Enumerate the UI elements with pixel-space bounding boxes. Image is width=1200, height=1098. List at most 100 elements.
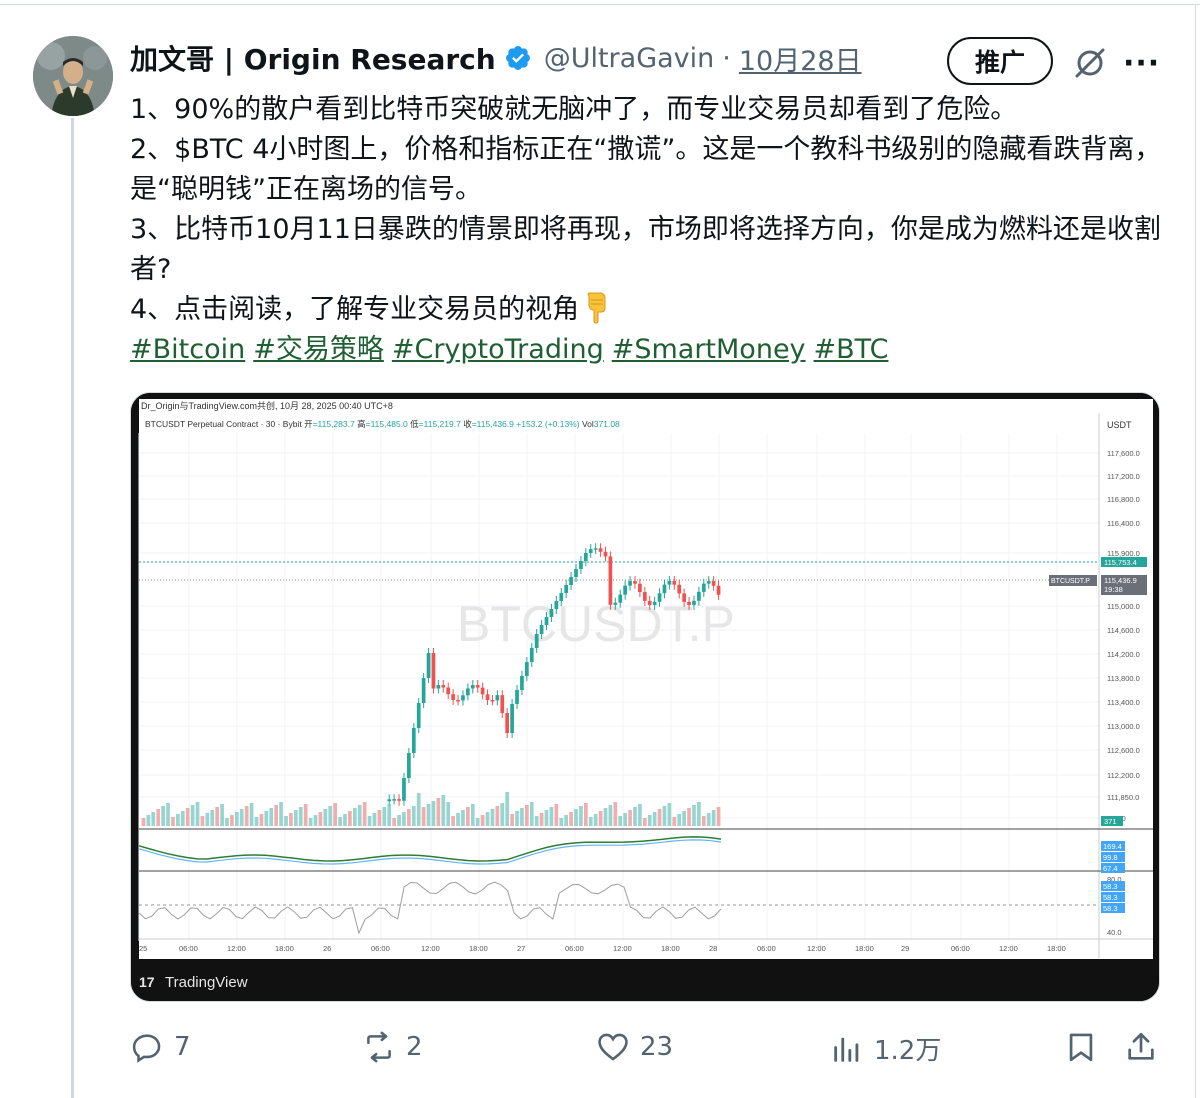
grok-icon[interactable] <box>1071 44 1109 82</box>
like-action[interactable]: 23 <box>596 1030 673 1064</box>
candle-body <box>431 653 436 689</box>
post-header: 加文哥 | Origin Research @UltraGavin · 10月2… <box>130 38 862 78</box>
rsi-tick-label: 40.0 <box>1107 928 1122 937</box>
ohlc-vol-label: Vol <box>582 419 594 429</box>
symbol-badge-text: BTCUSDT.P <box>1051 578 1090 585</box>
candle-body <box>672 581 677 585</box>
repost-action[interactable]: 2 <box>362 1030 423 1064</box>
candle-body <box>490 700 495 702</box>
volume-bar <box>539 813 544 826</box>
post-date-link[interactable]: 10月28日 <box>739 39 862 78</box>
time-tick-label: 12:00 <box>227 944 246 953</box>
bookmark-button[interactable] <box>1064 1030 1098 1068</box>
time-tick-label: 25 <box>139 944 147 953</box>
ohlc-vol: 371.08 <box>594 419 620 429</box>
chart-top-caption: Dr_Origin与TradingView.com共创, 10月 28, 202… <box>141 400 393 411</box>
candle-body <box>421 678 426 703</box>
candle-body <box>623 585 628 595</box>
volume-bar <box>505 792 510 826</box>
like-count: 23 <box>640 1032 674 1062</box>
volume-bar <box>323 809 328 826</box>
volume-bar <box>633 807 637 826</box>
volume-bar <box>328 806 333 826</box>
post-line-1: 1、90%的散户看到比特币突破就无脑冲了，而专业交易员却看到了危险。 <box>130 94 1018 125</box>
price-tick-label: 116,400.0 <box>1107 519 1140 528</box>
promote-button[interactable]: 推广 <box>947 37 1053 85</box>
volume-bar <box>662 806 667 826</box>
tradingview-brand-text: TradingView <box>165 974 248 991</box>
avatar[interactable] <box>33 36 113 116</box>
pointing-down-hand-icon <box>587 292 606 324</box>
volume-bar <box>436 798 441 826</box>
volume-bar <box>185 808 190 826</box>
candle-body <box>407 753 411 778</box>
price-tick-label: 112,600.0 <box>1107 746 1140 755</box>
price-tick-label: 117,600.0 <box>1107 449 1140 458</box>
volume-bar <box>318 812 323 826</box>
volume-bar <box>554 804 559 826</box>
volume-bar <box>642 818 647 826</box>
post-line-4-text: 4、点击阅读，了解专业交易员的视角 <box>130 294 580 325</box>
candle-body <box>564 585 569 593</box>
hashtag-row: #Bitcoin #交易策略 #CryptoTrading #SmartMoney #B… <box>130 330 1170 370</box>
volume-bar <box>382 807 387 826</box>
time-tick-label: 27 <box>517 944 525 953</box>
post-line-4: 4、点击阅读，了解专业交易员的视角 <box>130 290 1170 330</box>
candle-body <box>505 713 510 733</box>
volume-bar <box>230 815 234 826</box>
action-bar: 7 2 23 1.2万 <box>0 1020 1200 1080</box>
volume-bar <box>205 813 210 826</box>
volume-bar <box>225 818 229 826</box>
reply-action[interactable]: 7 <box>130 1030 191 1064</box>
volume-bar <box>608 805 613 826</box>
volume-bar <box>146 815 151 826</box>
volume-bar <box>195 802 200 826</box>
hashtag-bitcoin[interactable]: #Bitcoin <box>130 334 245 365</box>
volume-bar <box>220 804 224 826</box>
share-icon <box>1128 1032 1154 1060</box>
candle-body <box>451 694 455 700</box>
volume-bar <box>716 807 721 826</box>
hashtag-smartmoney[interactable]: #SmartMoney <box>612 334 806 365</box>
volume-bar <box>259 814 264 826</box>
thread-connector-line <box>71 118 74 1098</box>
candle-body <box>706 581 711 584</box>
candle-body <box>574 569 578 577</box>
volume-bar <box>711 810 716 826</box>
author-handle[interactable]: @UltraGavin <box>544 43 715 74</box>
volume-bar <box>672 817 677 826</box>
hashtag-trading-strategy[interactable]: #交易策略 <box>253 334 384 365</box>
volume-bar <box>392 818 396 826</box>
views-chart-icon <box>834 1037 859 1062</box>
price-tick-label: 115,000.0 <box>1107 602 1140 611</box>
hashtag-cryptotrading[interactable]: #CryptoTrading <box>392 334 604 365</box>
candle-body <box>608 556 613 605</box>
right-divider <box>1195 4 1196 1098</box>
volume-bar <box>667 803 672 826</box>
time-tick-label: 06:00 <box>951 944 970 953</box>
candle-body <box>638 583 642 593</box>
more-options-icon[interactable]: ··· <box>1123 46 1160 81</box>
hashtag-btc[interactable]: #BTC <box>814 334 889 365</box>
attached-chart-image[interactable]: Dr_Origin与TradingView.com共创, 10月 28, 202… <box>130 392 1160 1002</box>
candle-body <box>446 687 451 695</box>
time-tick-label: 12:00 <box>613 944 632 953</box>
rsi-badge-text: 58.3 <box>1103 882 1118 891</box>
candle-body <box>392 799 396 801</box>
candle-body <box>579 561 583 569</box>
volume-bar <box>279 802 283 826</box>
candle-body <box>657 593 662 602</box>
ohlc-change: +153.2 (+0.13%) <box>516 419 579 429</box>
share-button[interactable] <box>1124 1030 1158 1068</box>
price-tick-label: 115,900.0 <box>1107 549 1140 558</box>
author-name[interactable]: 加文哥 | Origin Research <box>130 38 496 78</box>
volume-bar <box>628 810 632 826</box>
volume-bar <box>687 808 691 826</box>
volume-bar <box>559 818 564 826</box>
views-action[interactable]: 1.2万 <box>830 1030 941 1067</box>
time-tick-label: 18:00 <box>469 944 488 953</box>
volume-bar <box>215 807 220 826</box>
volume-bar <box>180 811 185 826</box>
ohlc-open: =115,283.7 <box>313 419 355 429</box>
candle-body <box>539 625 544 634</box>
